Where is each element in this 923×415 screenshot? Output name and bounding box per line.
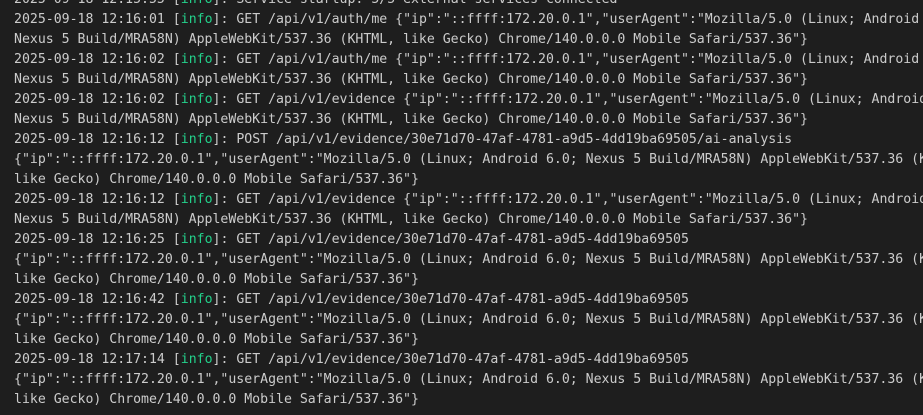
log-message: GET /api/v1/evidence {"ip":"::ffff:172.2… [236, 92, 923, 107]
log-level-bracket: [ [164, 132, 181, 147]
log-level-bracket: [ [165, 0, 181, 7]
log-level-bracket: [ [164, 192, 181, 207]
log-level-bracket: ]: [212, 192, 237, 207]
log-level: info [180, 292, 213, 307]
log-level-bracket: [ [164, 92, 181, 107]
log-level: info [180, 352, 213, 367]
log-level-bracket: ]: [212, 92, 237, 107]
log-lines: 2025-09-18 12:15:55 [info]: Service star… [14, 0, 923, 410]
log-line-continuation: {"ip":"::ffff:172.20.0.1","userAgent":"M… [14, 370, 923, 390]
log-level: info [180, 192, 213, 207]
log-message: GET /api/v1/evidence {"ip":"::ffff:172.2… [236, 192, 923, 207]
log-level-bracket: ]: [212, 232, 237, 247]
log-text: Nexus 5 Build/MRA58N) AppleWebKit/537.36… [14, 212, 808, 227]
log-message: POST /api/v1/evidence/30e71d70-47af-4781… [236, 132, 793, 147]
terminal-output[interactable]: 2025-09-18 12:15:55 [info]: Service star… [0, 0, 923, 415]
log-message: GET /api/v1/auth/me {"ip":"::ffff:172.20… [236, 12, 923, 27]
log-timestamp: 2025-09-18 12:15:55 [14, 0, 165, 7]
log-timestamp: 2025-09-18 12:16:12 [14, 192, 165, 207]
log-line: 2025-09-18 12:16:02 [info]: GET /api/v1/… [14, 50, 919, 70]
log-text: like Gecko) Chrome/140.0.0.0 Mobile Safa… [14, 332, 419, 347]
log-level: info [180, 52, 213, 67]
log-timestamp: 2025-09-18 12:16:02 [14, 92, 165, 107]
log-level-bracket: ]: [212, 132, 237, 147]
log-level-bracket: ]: [212, 52, 237, 67]
log-line-continuation: {"ip":"::ffff:172.20.0.1","userAgent":"M… [14, 310, 923, 330]
log-message: GET /api/v1/evidence/30e71d70-47af-4781-… [236, 352, 689, 367]
log-level-bracket: ]: [212, 12, 237, 27]
log-text: {"ip":"::ffff:172.20.0.1","userAgent":"M… [14, 372, 923, 387]
log-level-bracket: [ [164, 52, 181, 67]
log-text: like Gecko) Chrome/140.0.0.0 Mobile Safa… [14, 172, 419, 187]
log-message: GET /api/v1/evidence/30e71d70-47af-4781-… [236, 292, 689, 307]
log-timestamp: 2025-09-18 12:16:42 [14, 292, 165, 307]
log-line-continuation: Nexus 5 Build/MRA58N) AppleWebKit/537.36… [14, 70, 914, 90]
log-text: Nexus 5 Build/MRA58N) AppleWebKit/537.36… [14, 112, 808, 127]
log-line: 2025-09-18 12:16:12 [info]: GET /api/v1/… [14, 190, 923, 210]
log-line-continuation: like Gecko) Chrome/140.0.0.0 Mobile Safa… [14, 170, 914, 190]
log-timestamp: 2025-09-18 12:16:01 [14, 12, 165, 27]
log-line: 2025-09-18 12:16:25 [info]: GET /api/v1/… [14, 230, 914, 250]
log-level-bracket: ]: [212, 352, 237, 367]
log-text: {"ip":"::ffff:172.20.0.1","userAgent":"M… [14, 252, 923, 267]
log-level: info [181, 0, 213, 7]
log-level: info [180, 232, 213, 247]
log-level-bracket: [ [164, 292, 181, 307]
log-line-continuation: Nexus 5 Build/MRA58N) AppleWebKit/537.36… [14, 30, 914, 50]
log-level: info [180, 92, 213, 107]
log-line-continuation: Nexus 5 Build/MRA58N) AppleWebKit/537.36… [14, 210, 914, 230]
log-level-bracket: ]: [212, 292, 237, 307]
log-text: like Gecko) Chrome/140.0.0.0 Mobile Safa… [14, 272, 419, 287]
log-line-continuation: {"ip":"::ffff:172.20.0.1","userAgent":"M… [14, 250, 923, 270]
log-line: 2025-09-18 12:16:01 [info]: GET /api/v1/… [14, 10, 919, 30]
log-timestamp: 2025-09-18 12:16:25 [14, 232, 165, 247]
log-text: Nexus 5 Build/MRA58N) AppleWebKit/537.36… [14, 32, 808, 47]
log-level-bracket: ]: [213, 0, 237, 7]
log-text: {"ip":"::ffff:172.20.0.1","userAgent":"M… [14, 312, 923, 327]
log-level-bracket: [ [164, 352, 181, 367]
log-line: 2025-09-18 12:16:02 [info]: GET /api/v1/… [14, 90, 923, 110]
log-line-continuation: like Gecko) Chrome/140.0.0.0 Mobile Safa… [14, 390, 914, 410]
log-line: 2025-09-18 12:16:42 [info]: GET /api/v1/… [14, 290, 914, 310]
log-line: 2025-09-18 12:16:12 [info]: POST /api/v1… [14, 130, 914, 150]
log-line-continuation: {"ip":"::ffff:172.20.0.1","userAgent":"M… [14, 150, 923, 170]
log-text: {"ip":"::ffff:172.20.0.1","userAgent":"M… [14, 152, 923, 167]
log-timestamp: 2025-09-18 12:17:14 [14, 352, 165, 367]
log-level-bracket: [ [164, 12, 181, 27]
log-line: 2025-09-18 12:17:14 [info]: GET /api/v1/… [14, 350, 914, 370]
log-text: like Gecko) Chrome/140.0.0.0 Mobile Safa… [14, 392, 419, 407]
log-line: 2025-09-18 12:15:55 [info]: Service star… [14, 0, 914, 10]
log-level: info [180, 12, 213, 27]
log-line-continuation: like Gecko) Chrome/140.0.0.0 Mobile Safa… [14, 330, 914, 350]
log-timestamp: 2025-09-18 12:16:12 [14, 132, 165, 147]
log-timestamp: 2025-09-18 12:16:02 [14, 52, 165, 67]
log-message: Service startup: 5/5 external services c… [236, 0, 617, 7]
log-level-bracket: [ [164, 232, 181, 247]
log-text: Nexus 5 Build/MRA58N) AppleWebKit/537.36… [14, 72, 808, 87]
log-line-continuation: like Gecko) Chrome/140.0.0.0 Mobile Safa… [14, 270, 914, 290]
log-message: GET /api/v1/auth/me {"ip":"::ffff:172.20… [236, 52, 923, 67]
log-message: GET /api/v1/evidence/30e71d70-47af-4781-… [236, 232, 689, 247]
log-level: info [180, 132, 213, 147]
log-line-continuation: Nexus 5 Build/MRA58N) AppleWebKit/537.36… [14, 110, 914, 130]
